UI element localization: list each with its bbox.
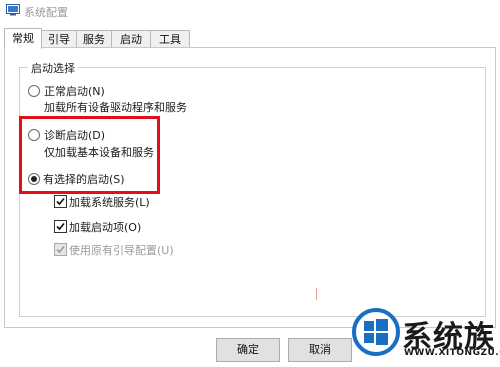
checkmark-icon [56, 245, 65, 254]
selective-startup-label[interactable]: 有选择的启动(S) [43, 171, 125, 187]
watermark-url: WWW.XITONGZU.COM [404, 348, 500, 358]
tab-boot[interactable]: 引导 [41, 30, 77, 48]
use-original-boot-config-checkbox [54, 243, 67, 256]
checkmark-icon [56, 222, 65, 231]
normal-startup-label[interactable]: 正常启动(N) [44, 83, 105, 99]
use-original-boot-config-label: 使用原有引导配置(U) [69, 244, 174, 257]
load-startup-items-label[interactable]: 加载启动项(O) [69, 219, 141, 235]
selective-startup-radio[interactable] [28, 173, 40, 185]
ok-button[interactable]: 确定 [216, 338, 280, 362]
tab-general[interactable]: 常规 [4, 28, 42, 49]
system-config-icon [6, 4, 20, 16]
normal-startup-radio[interactable] [28, 85, 40, 97]
load-startup-items-checkbox[interactable] [54, 220, 67, 233]
windows-logo-icon [352, 308, 400, 356]
checkmark-icon [56, 197, 65, 206]
title-bar: 系统配置 [0, 0, 500, 22]
tab-services[interactable]: 服务 [76, 30, 112, 48]
cursor-mark [316, 288, 317, 300]
load-system-services-label[interactable]: 加载系统服务(L) [69, 194, 150, 210]
group-label: 启动选择 [28, 60, 78, 76]
tab-startup[interactable]: 启动 [111, 30, 151, 48]
cancel-button[interactable]: 取消 [288, 338, 352, 362]
load-system-services-checkbox[interactable] [54, 195, 67, 208]
window-title: 系统配置 [24, 6, 68, 19]
watermark: 系统族 WWW.XITONGZU.COM [352, 306, 500, 366]
tab-tools[interactable]: 工具 [150, 30, 190, 48]
normal-startup-description: 加载所有设备驱动程序和服务 [44, 101, 187, 114]
